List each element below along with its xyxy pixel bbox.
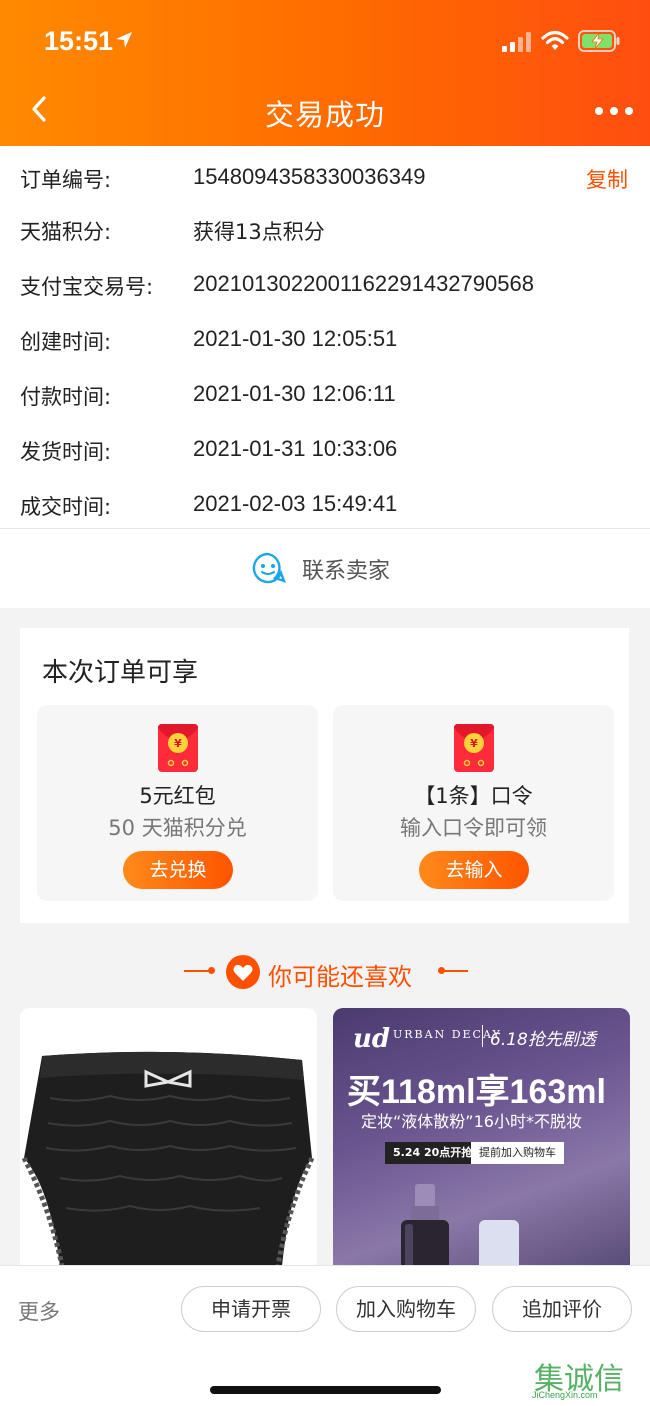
benefit-title: 【1条】口令 xyxy=(414,784,533,808)
divider xyxy=(208,967,215,974)
contact-seller-button[interactable]: 联系卖家 xyxy=(0,529,650,608)
order-row: 支付宝交易号: 2021013022001162291432790568 xyxy=(0,261,650,301)
completed-time-label: 成交时间: xyxy=(20,495,112,519)
order-row: 发货时间: 2021-01-31 10:33:06 xyxy=(0,426,650,466)
order-row: 创建时间: 2021-01-30 12:05:51 xyxy=(0,316,650,356)
watermark-url: JiChengXin.com xyxy=(532,1390,598,1400)
add-to-cart-button[interactable]: 加入购物车 xyxy=(336,1286,476,1332)
svg-text:¥: ¥ xyxy=(174,737,182,750)
order-row: 订单编号: 1548094358330036349 复制 xyxy=(0,154,650,194)
home-indicator[interactable] xyxy=(210,1386,441,1394)
red-packet-icon: ¥ xyxy=(158,724,198,772)
order-number-label: 订单编号: xyxy=(20,168,112,192)
location-arrow-icon xyxy=(116,32,132,48)
benefit-item: ¥ 【1条】口令 输入口令即可领 去输入 xyxy=(333,705,614,901)
bottom-action-bar: 更多 申请开票 加入购物车 追加评价 集诚信 JiChengXin.com xyxy=(0,1265,650,1406)
product-image xyxy=(21,1051,315,1266)
ad-subline: 定妆“液体散粉”16小时*不脱妆 xyxy=(361,1112,582,1131)
points-value: 获得13点积分 xyxy=(193,220,325,244)
svg-text:¥: ¥ xyxy=(470,737,478,750)
wifi-icon xyxy=(541,30,569,50)
bottle-image xyxy=(479,1220,519,1266)
paid-time-value: 2021-01-30 12:06:11 xyxy=(193,381,396,406)
order-info: 订单编号: 1548094358330036349 复制 天猫积分: 获得13点… xyxy=(0,146,650,608)
contact-seller-label: 联系卖家 xyxy=(302,559,391,584)
benefits-title: 本次订单可享 xyxy=(42,658,199,688)
created-time-label: 创建时间: xyxy=(20,330,112,354)
more-button[interactable]: 更多 xyxy=(18,1296,60,1326)
benefits-card: 本次订单可享 ¥ 5元红包 50 天猫积分兑 去兑换 ¥ 【1条】口令 输入口令… xyxy=(20,628,629,923)
shipped-time-label: 发货时间: xyxy=(20,440,112,464)
order-row: 付款时间: 2021-01-30 12:06:11 xyxy=(0,371,650,411)
add-to-cart-tag: 提前加入购物车 xyxy=(471,1142,564,1164)
alipay-trade-value: 2021013022001162291432790568 xyxy=(193,271,534,296)
order-row: 天猫积分: 获得13点积分 xyxy=(0,206,650,246)
paid-time-label: 付款时间: xyxy=(20,385,112,409)
header: 15:51 交易成功 xyxy=(0,0,650,146)
redeem-button[interactable]: 去兑换 xyxy=(123,851,233,889)
order-number-value: 1548094358330036349 xyxy=(193,164,426,189)
sale-date-tag: 5.24 20点开抢 xyxy=(385,1142,481,1164)
recommend-header: 你可能还喜欢 xyxy=(0,952,650,992)
brand-name: URBAN DECAY xyxy=(393,1028,502,1041)
product-card-ad[interactable]: ud URBAN DECAY 6.18抢先剧透 买118ml享163ml 定妆“… xyxy=(333,1008,630,1266)
add-review-button[interactable]: 追加评价 xyxy=(492,1286,632,1332)
recommend-title: 你可能还喜欢 xyxy=(268,963,412,991)
shipped-time-value: 2021-01-31 10:33:06 xyxy=(193,436,398,461)
page-title: 交易成功 xyxy=(264,98,385,132)
divider xyxy=(482,1025,483,1047)
copy-button[interactable]: 复制 xyxy=(586,164,628,194)
enter-code-button[interactable]: 去输入 xyxy=(419,851,529,889)
product-card[interactable] xyxy=(20,1008,317,1266)
benefit-subtitle: 输入口令即可领 xyxy=(400,816,547,840)
cellular-signal-icon xyxy=(502,32,531,52)
completed-time-value: 2021-02-03 15:49:41 xyxy=(193,491,398,516)
battery-charging-icon xyxy=(578,30,620,52)
red-packet-icon: ¥ xyxy=(454,724,494,772)
brand-logo: ud xyxy=(353,1024,391,1054)
spray-bottle-image xyxy=(401,1184,449,1266)
promo-text: 6.18抢先剧透 xyxy=(490,1030,596,1050)
divider xyxy=(438,970,468,972)
status-time: 15:51 xyxy=(44,26,114,56)
benefit-item: ¥ 5元红包 50 天猫积分兑 去兑换 xyxy=(37,705,318,901)
ad-headline: 买118ml享163ml xyxy=(347,1073,606,1111)
heart-icon xyxy=(226,955,260,989)
chat-bubble-icon xyxy=(252,552,286,584)
more-options-icon[interactable] xyxy=(594,106,634,116)
benefit-title: 5元红包 xyxy=(139,784,216,808)
request-invoice-button[interactable]: 申请开票 xyxy=(181,1286,321,1332)
created-time-value: 2021-01-30 12:05:51 xyxy=(193,326,398,351)
alipay-trade-label: 支付宝交易号: xyxy=(20,275,154,299)
points-label: 天猫积分: xyxy=(20,220,112,244)
order-row: 成交时间: 2021-02-03 15:49:41 xyxy=(0,481,650,521)
benefit-subtitle: 50 天猫积分兑 xyxy=(108,816,247,840)
